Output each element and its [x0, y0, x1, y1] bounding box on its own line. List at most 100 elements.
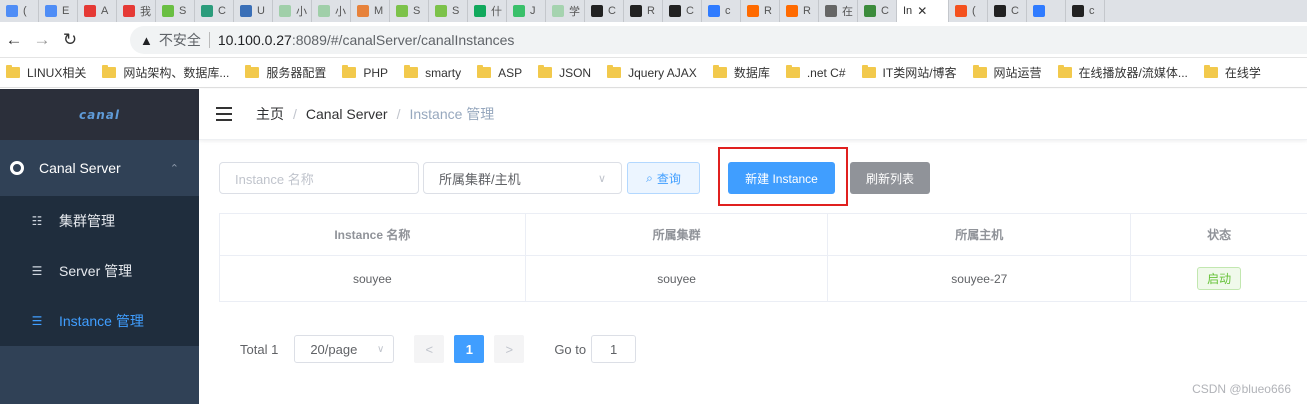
browser-tab-label: C	[881, 5, 889, 17]
bookmark-folder[interactable]: 数据库	[707, 64, 780, 81]
browser-tab-label: J	[530, 5, 536, 17]
tab-favicon-icon	[45, 5, 57, 17]
goto-label: Go to	[554, 341, 587, 357]
browser-tab[interactable]: 我	[117, 0, 156, 22]
sidebar-parent-label: Canal Server	[39, 160, 121, 176]
browser-tab-label: C	[1011, 5, 1019, 17]
close-tab-icon[interactable]: ✕	[917, 4, 927, 18]
cluster-host-select[interactable]: 所属集群/主机 ∨	[423, 162, 622, 194]
browser-tab[interactable]	[1027, 0, 1066, 22]
browser-tab[interactable]: M	[351, 0, 390, 22]
table-row[interactable]: souyee souyee souyee-27 启动	[220, 256, 1307, 302]
bookmark-folder[interactable]: LINUX相关	[0, 64, 96, 81]
sidebar-parent-canal-server[interactable]: Canal Server ⌃	[0, 140, 199, 196]
sidebar-item-instance[interactable]: ☰ Instance 管理	[0, 296, 199, 346]
sidebar: canal Canal Server ⌃ ☷ 集群管理 ☰ Server 管理 …	[0, 89, 199, 404]
chevron-down-icon: ∨	[376, 343, 385, 355]
bookmark-label: 在线学	[1224, 66, 1261, 80]
browser-tab[interactable]: U	[234, 0, 273, 22]
browser-tab[interactable]: R	[780, 0, 819, 22]
browser-tab[interactable]: C	[585, 0, 624, 22]
browser-tab[interactable]: J	[507, 0, 546, 22]
next-page-button[interactable]: >	[494, 335, 525, 363]
browser-tab[interactable]: R	[741, 0, 780, 22]
folder-icon	[342, 65, 357, 78]
folder-icon	[1203, 65, 1218, 78]
prev-page-button[interactable]: <	[414, 335, 445, 363]
breadcrumb-home[interactable]: 主页	[256, 106, 284, 122]
hamburger-icon[interactable]	[216, 107, 232, 121]
refresh-list-button[interactable]: 刷新列表	[850, 162, 930, 194]
page-size-select[interactable]: 20/page ∨	[294, 335, 395, 363]
page-number-1[interactable]: 1	[454, 335, 485, 363]
address-bar[interactable]: ▲ 不安全 10.100.0.27 :8089/#/canalServer/ca…	[130, 26, 1307, 54]
cell-host: souyee-27	[828, 256, 1132, 301]
column-header-name: Instance 名称	[220, 214, 526, 255]
sidebar-item-label: Instance 管理	[59, 313, 144, 329]
sidebar-item-cluster[interactable]: ☷ 集群管理	[0, 196, 199, 246]
bookmark-folder[interactable]: smarty	[398, 65, 471, 80]
browser-tab[interactable]: 学	[546, 0, 585, 22]
canal-server-icon	[10, 161, 24, 175]
tab-favicon-icon	[84, 5, 96, 17]
browser-tab[interactable]: (	[949, 0, 988, 22]
logo-area: canal	[0, 89, 199, 140]
browser-tab[interactable]: (	[0, 0, 39, 22]
browser-tab[interactable]: R	[624, 0, 663, 22]
browser-tab[interactable]: C	[663, 0, 702, 22]
bookmark-label: LINUX相关	[27, 66, 87, 80]
bookmark-folder[interactable]: Jquery AJAX	[601, 65, 707, 80]
address-host: 10.100.0.27	[217, 32, 292, 48]
browser-tab[interactable]: S	[156, 0, 195, 22]
browser-tab[interactable]: C	[858, 0, 897, 22]
insecure-label: 不安全	[158, 32, 201, 48]
bookmark-folder[interactable]: 网站架构、数据库...	[96, 64, 239, 81]
instance-name-input[interactable]: Instance 名称	[219, 162, 419, 194]
back-button[interactable]: ←	[0, 26, 28, 54]
browser-tab[interactable]: S	[390, 0, 429, 22]
browser-tab-strip: (E A 我 S C U 小 小 M S S 什 J 学 C R Cc R R 在 C In ✕ (Cc	[0, 0, 1307, 22]
bookmark-label: ASP	[498, 65, 523, 80]
tab-favicon-icon	[201, 5, 213, 17]
breadcrumb-separator: /	[293, 106, 297, 122]
bookmark-folder[interactable]: 服务器配置	[239, 64, 336, 81]
browser-tab-label: C	[218, 5, 226, 17]
browser-tab-label: R	[803, 5, 811, 17]
reload-button[interactable]: ↻	[56, 26, 84, 54]
browser-tab-active[interactable]: In ✕	[897, 0, 949, 22]
tab-favicon-icon	[552, 5, 564, 17]
browser-tab[interactable]: c	[1066, 0, 1105, 22]
search-button[interactable]: ⌕ 查询	[627, 162, 700, 194]
browser-tab[interactable]: 小	[273, 0, 312, 22]
browser-tab-label: S	[452, 5, 460, 17]
folder-icon	[6, 65, 20, 78]
tab-favicon-icon	[786, 5, 798, 17]
forward-button[interactable]: →	[28, 26, 56, 54]
browser-tab[interactable]: 小	[312, 0, 351, 22]
tab-favicon-icon	[6, 5, 18, 17]
bookmark-folder[interactable]: JSON	[532, 65, 601, 80]
filter-bar: Instance 名称 所属集群/主机 ∨ ⌕ 查询	[219, 161, 700, 195]
bookmark-folder[interactable]: 网站运营	[967, 64, 1052, 81]
tab-favicon-icon	[513, 5, 525, 17]
folder-icon	[712, 65, 727, 78]
bookmark-folder[interactable]: 在线学	[1198, 64, 1271, 81]
browser-tab[interactable]: 什	[468, 0, 507, 22]
browser-tab[interactable]: 在	[819, 0, 858, 22]
browser-tab[interactable]: c	[702, 0, 741, 22]
browser-tab[interactable]: E	[39, 0, 78, 22]
sidebar-item-server[interactable]: ☰ Server 管理	[0, 246, 199, 296]
bookmark-folder[interactable]: 在线播放器/流媒体...	[1052, 64, 1198, 81]
bookmark-folder[interactable]: PHP	[336, 65, 398, 80]
new-instance-button[interactable]: 新建 Instance	[728, 162, 835, 194]
bookmark-folder[interactable]: .net C#	[780, 65, 856, 80]
cell-status: 启动	[1131, 256, 1307, 301]
goto-page-input[interactable]: 1	[591, 335, 637, 363]
browser-tab[interactable]: C	[988, 0, 1027, 22]
browser-tab-label: U	[257, 5, 265, 17]
browser-tab[interactable]: C	[195, 0, 234, 22]
browser-tab[interactable]: S	[429, 0, 468, 22]
bookmark-folder[interactable]: ASP	[471, 65, 532, 80]
bookmark-folder[interactable]: IT类网站/博客	[856, 64, 967, 81]
browser-tab[interactable]: A	[78, 0, 117, 22]
